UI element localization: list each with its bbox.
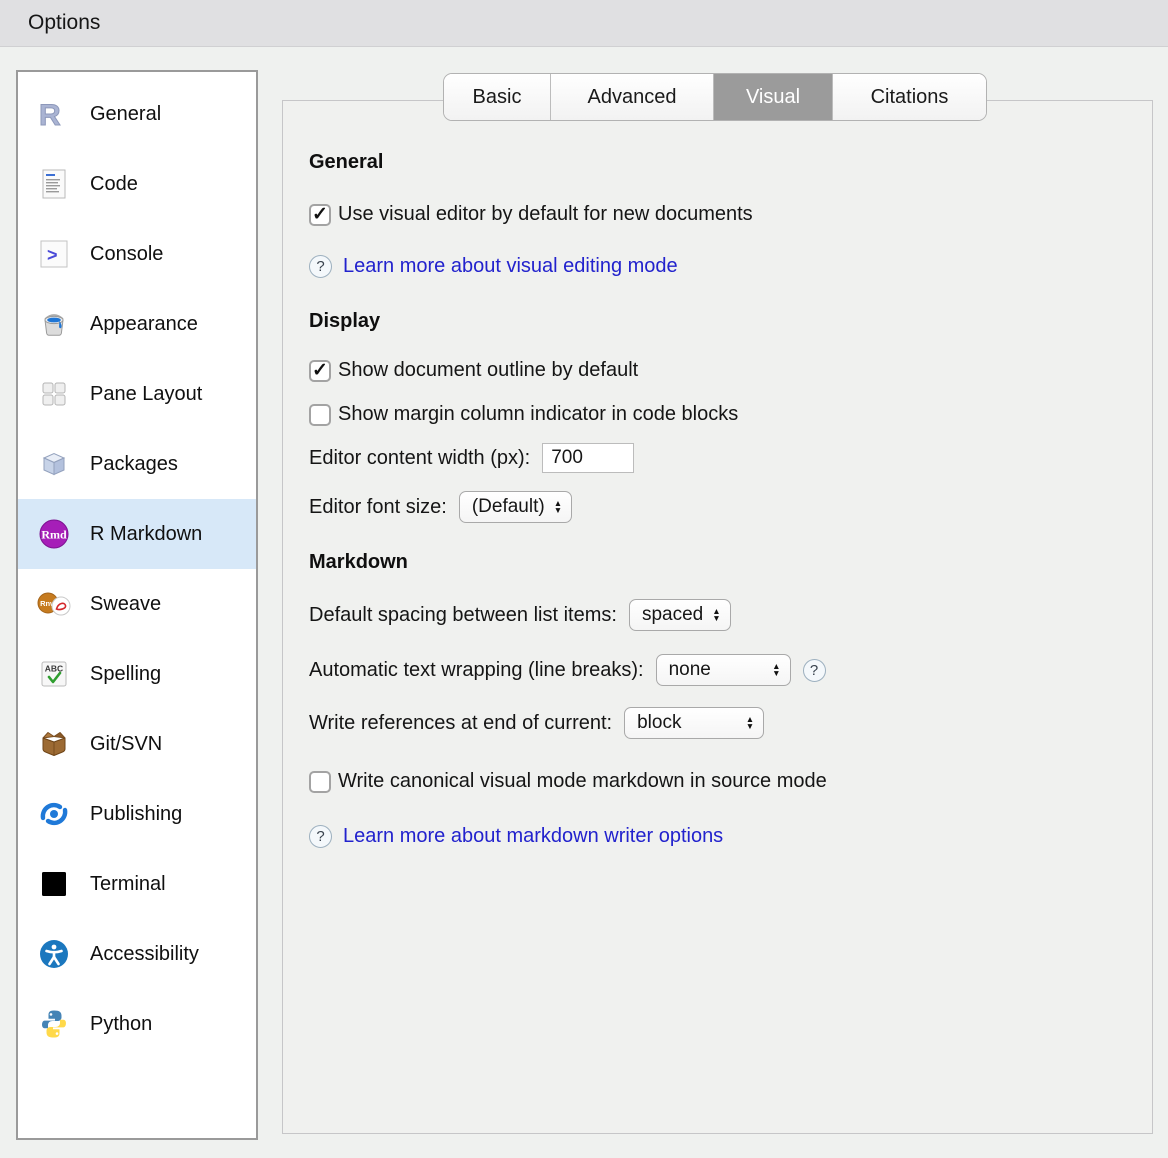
general-heading: General	[309, 151, 1122, 174]
show-outline-row: ✓ Show document outline by default	[309, 359, 1122, 382]
list-spacing-select[interactable]: spaced ▲▼	[629, 599, 731, 631]
sidebar-item-git-svn[interactable]: Git/SVN	[18, 709, 256, 779]
options-content-panel: General ✓ Use visual editor by default f…	[282, 100, 1153, 1134]
show-outline-checkbox[interactable]: ✓	[309, 360, 331, 382]
rmarkdown-badge-icon: Rmd	[32, 517, 76, 551]
sidebar-item-pane-layout[interactable]: Pane Layout	[18, 359, 256, 429]
sidebar-item-spelling[interactable]: ABC Spelling	[18, 639, 256, 709]
editor-font-size-select[interactable]: (Default) ▲▼	[459, 491, 572, 523]
text-wrapping-row: Automatic text wrapping (line breaks): n…	[309, 654, 1122, 686]
list-spacing-row: Default spacing between list items: spac…	[309, 599, 1122, 631]
visual-editing-help-row: ? Learn more about visual editing mode	[309, 255, 1122, 278]
show-margin-row: Show margin column indicator in code blo…	[309, 403, 1122, 426]
text-wrapping-help-icon[interactable]: ?	[803, 659, 826, 682]
sidebar-item-r-markdown[interactable]: Rmd R Markdown	[18, 499, 256, 569]
sweave-rnw-pdf-icon: Rnw	[32, 588, 76, 620]
show-outline-label: Show document outline by default	[338, 359, 638, 382]
tab-visual[interactable]: Visual	[714, 74, 833, 120]
markdown-heading: Markdown	[309, 551, 1122, 574]
sidebar-item-accessibility[interactable]: Accessibility	[18, 919, 256, 989]
sidebar-item-code[interactable]: Code	[18, 149, 256, 219]
write-references-select[interactable]: block ▲▼	[624, 707, 764, 739]
use-visual-editor-checkbox[interactable]: ✓	[309, 204, 331, 226]
sidebar-item-general[interactable]: R General	[18, 79, 256, 149]
select-arrows-icon: ▲▼	[712, 608, 720, 622]
tab-basic[interactable]: Basic	[444, 74, 551, 120]
python-logo-icon	[32, 1008, 76, 1040]
package-cube-icon	[32, 448, 76, 480]
help-question-icon[interactable]: ?	[309, 825, 332, 848]
section-markdown: Markdown Default spacing between list it…	[309, 551, 1122, 848]
editor-content-width-input[interactable]	[542, 443, 634, 473]
sidebar-item-packages[interactable]: Packages	[18, 429, 256, 499]
options-category-sidebar: R General Code > Console	[16, 70, 258, 1140]
use-visual-editor-row: ✓ Use visual editor by default for new d…	[309, 203, 1122, 226]
svg-text:>: >	[47, 245, 58, 265]
show-margin-label: Show margin column indicator in code blo…	[338, 403, 738, 426]
paint-bucket-icon	[32, 308, 76, 340]
console-prompt-icon: >	[32, 238, 76, 270]
abc-check-icon: ABC	[32, 658, 76, 690]
sidebar-item-console[interactable]: > Console	[18, 219, 256, 289]
sidebar-item-sweave[interactable]: Rnw Sweave	[18, 569, 256, 639]
sidebar-item-python[interactable]: Python	[18, 989, 256, 1059]
write-references-label: Write references at end of current:	[309, 712, 612, 735]
sidebar-item-publishing[interactable]: Publishing	[18, 779, 256, 849]
terminal-square-icon	[32, 868, 76, 900]
r-logo-icon: R	[32, 97, 76, 131]
pane-grid-icon	[32, 378, 76, 410]
show-margin-checkbox[interactable]	[309, 404, 331, 426]
sidebar-item-terminal[interactable]: Terminal	[18, 849, 256, 919]
select-arrows-icon: ▲▼	[772, 663, 780, 677]
editor-font-size-row: Editor font size: (Default) ▲▼	[309, 491, 1122, 523]
canonical-markdown-row: Write canonical visual mode markdown in …	[309, 770, 1122, 793]
markdown-writer-help-link[interactable]: Learn more about markdown writer options	[343, 825, 723, 848]
canonical-markdown-label: Write canonical visual mode markdown in …	[338, 770, 827, 793]
canonical-markdown-checkbox[interactable]	[309, 771, 331, 793]
svg-text:R: R	[39, 99, 61, 131]
text-wrapping-select[interactable]: none ▲▼	[656, 654, 791, 686]
visual-editing-help-link[interactable]: Learn more about visual editing mode	[343, 255, 678, 278]
editor-font-size-label: Editor font size:	[309, 496, 447, 519]
tab-advanced[interactable]: Advanced	[551, 74, 714, 120]
editor-content-width-row: Editor content width (px):	[309, 443, 1122, 473]
code-document-icon	[32, 167, 76, 201]
tab-citations[interactable]: Citations	[833, 74, 986, 120]
section-display: Display ✓ Show document outline by defau…	[309, 310, 1122, 523]
window-titlebar: Options	[0, 0, 1168, 47]
use-visual-editor-label: Use visual editor by default for new doc…	[338, 203, 753, 226]
svg-text:Rmd: Rmd	[41, 528, 67, 542]
settings-tabbar: Basic Advanced Visual Citations	[443, 73, 987, 121]
select-arrows-icon: ▲▼	[554, 500, 562, 514]
list-spacing-label: Default spacing between list items:	[309, 604, 617, 627]
section-general: General ✓ Use visual editor by default f…	[309, 151, 1122, 278]
editor-content-width-label: Editor content width (px):	[309, 447, 530, 470]
accessibility-person-icon	[32, 937, 76, 971]
write-references-row: Write references at end of current: bloc…	[309, 707, 1122, 739]
help-question-icon[interactable]: ?	[309, 255, 332, 278]
text-wrapping-label: Automatic text wrapping (line breaks):	[309, 659, 644, 682]
select-arrows-icon: ▲▼	[746, 716, 754, 730]
open-box-icon	[32, 728, 76, 760]
publish-sync-icon	[32, 798, 76, 830]
markdown-writer-help-row: ? Learn more about markdown writer optio…	[309, 825, 1122, 848]
window-title: Options	[28, 11, 100, 35]
display-heading: Display	[309, 310, 1122, 333]
sidebar-item-appearance[interactable]: Appearance	[18, 289, 256, 359]
